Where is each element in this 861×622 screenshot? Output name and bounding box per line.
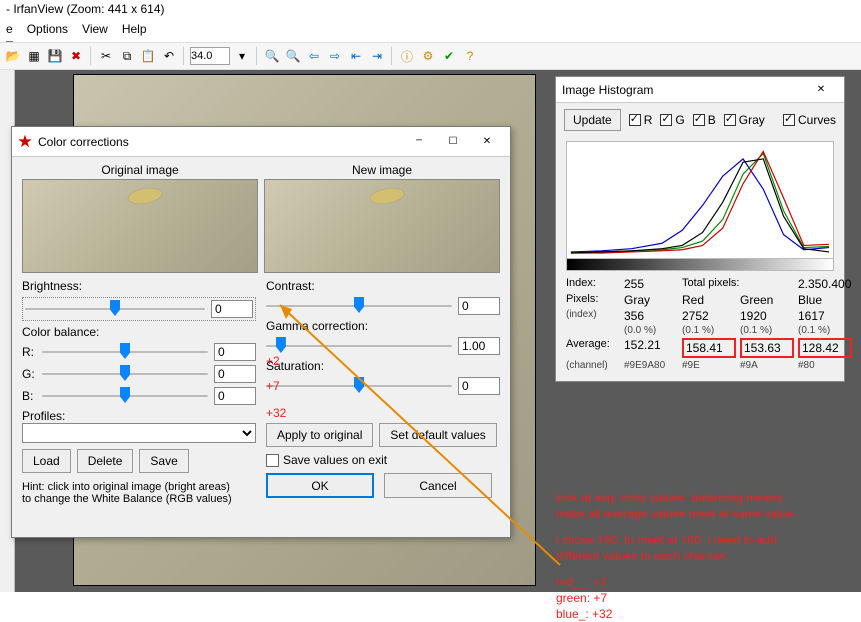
workspace: Color corrections ─ ☐ ✕ Original image N… (0, 70, 861, 592)
contrast-slider[interactable] (266, 299, 452, 313)
histogram-plot (566, 141, 834, 259)
histogram-stats: Index: 255 Total pixels: 2.350.400 Pixel… (556, 271, 844, 381)
menubar: e Options View Help (0, 22, 861, 42)
g-value[interactable] (214, 365, 256, 383)
gamma-slider[interactable] (266, 339, 452, 353)
last-icon[interactable]: ⇥ (368, 47, 386, 65)
load-button[interactable]: Load (22, 449, 71, 473)
histogram-title: Image Histogram (562, 83, 653, 97)
brightness-label: Brightness: (22, 279, 256, 293)
zoom-out-icon[interactable]: 🔍 (284, 47, 302, 65)
ok-button[interactable]: OK (266, 473, 374, 498)
gradient-bar (566, 259, 834, 271)
r-checkbox[interactable]: R (629, 113, 653, 127)
annotation-r-offset: +2 (266, 354, 280, 368)
menu-item[interactable]: Options (27, 22, 68, 42)
open-icon[interactable]: 📂 (4, 47, 22, 65)
annotation-g-offset: +7 (266, 379, 280, 393)
save-on-exit-checkbox[interactable] (266, 454, 279, 467)
colorbalance-label: Color balance: (22, 325, 256, 339)
save-icon[interactable]: 💾 (46, 47, 64, 65)
b-label: B: (22, 389, 36, 403)
profiles-label: Profiles: (22, 409, 256, 423)
maximize-icon[interactable]: ☐ (436, 130, 470, 154)
avg-green-box: 153.63 (740, 338, 794, 358)
dropdown-icon[interactable]: ▾ (233, 47, 251, 65)
g-slider[interactable] (42, 367, 208, 381)
original-image-label: Original image (22, 163, 258, 177)
prev-icon[interactable]: ⇦ (305, 47, 323, 65)
gamma-label: Gamma correction: (266, 319, 500, 333)
curves-checkbox[interactable]: Curves (783, 113, 836, 127)
b-slider[interactable] (42, 389, 208, 403)
apply-button[interactable]: Apply to original (266, 423, 373, 447)
r-slider[interactable] (42, 345, 208, 359)
zoom-input[interactable] (190, 47, 230, 65)
brightness-value[interactable] (211, 300, 253, 318)
original-thumbnail[interactable] (22, 179, 258, 273)
menu-item[interactable]: e (6, 22, 13, 42)
slideshow-icon[interactable]: ▦ (25, 47, 43, 65)
saturation-slider[interactable] (266, 379, 452, 393)
annotation-explanation: look at avg. color values. balancing mea… (556, 490, 856, 622)
zoom-in-icon[interactable]: 🔍 (263, 47, 281, 65)
menu-item[interactable]: Help (122, 22, 147, 42)
delete-button[interactable]: Delete (77, 449, 134, 473)
save-button[interactable]: Save (139, 449, 188, 473)
delete-icon[interactable]: ✖ (67, 47, 85, 65)
first-icon[interactable]: ⇤ (347, 47, 365, 65)
r-label: R: (22, 345, 36, 359)
gray-checkbox[interactable]: Gray (724, 113, 765, 127)
copy-icon[interactable]: ⧉ (118, 47, 136, 65)
cut-icon[interactable]: ✂ (97, 47, 115, 65)
hint-text: Hint: click into original image (bright … (22, 481, 232, 505)
new-thumbnail (264, 179, 500, 273)
minimize-icon[interactable]: ─ (402, 130, 436, 154)
next-icon[interactable]: ⇨ (326, 47, 344, 65)
close-icon[interactable]: ✕ (804, 78, 838, 102)
close-icon[interactable]: ✕ (470, 130, 504, 154)
brightness-slider[interactable] (25, 302, 205, 316)
contrast-label: Contrast: (266, 279, 500, 293)
profiles-select[interactable] (22, 423, 256, 443)
b-checkbox[interactable]: B (693, 113, 716, 127)
gamma-value[interactable] (458, 337, 500, 355)
histogram-dialog: Image Histogram ✕ Update R G B Gray Curv… (555, 76, 845, 382)
cancel-button[interactable]: Cancel (384, 473, 492, 498)
g-checkbox[interactable]: G (660, 113, 684, 127)
avg-blue-box: 128.42 (798, 338, 852, 358)
menu-item[interactable]: View (82, 22, 108, 42)
color-corrections-dialog: Color corrections ─ ☐ ✕ Original image N… (11, 126, 511, 538)
undo-icon[interactable]: ↶ (160, 47, 178, 65)
b-value[interactable] (214, 387, 256, 405)
dialog-titlebar: Color corrections ─ ☐ ✕ (12, 127, 510, 157)
update-button[interactable]: Update (564, 109, 621, 131)
info-icon[interactable]: ⓘ (398, 47, 416, 65)
saturation-value[interactable] (458, 377, 500, 395)
r-value[interactable] (214, 343, 256, 361)
annotation-b-offset: +32 (266, 406, 286, 420)
settings-icon[interactable]: ⚙ (419, 47, 437, 65)
histogram-titlebar: Image Histogram ✕ (556, 77, 844, 103)
dialog-title: Color corrections (38, 135, 129, 149)
defaults-button[interactable]: Set default values (379, 423, 496, 447)
help-icon[interactable]: ? (461, 47, 479, 65)
avg-red-box: 158.41 (682, 338, 736, 358)
save-on-exit-label: Save values on exit (283, 453, 387, 467)
paste-icon[interactable]: 📋 (139, 47, 157, 65)
new-image-label: New image (264, 163, 500, 177)
app-logo-icon (18, 135, 32, 149)
window-title: - IrfanView (Zoom: 441 x 614) (0, 0, 861, 22)
contrast-value[interactable] (458, 297, 500, 315)
g-label: G: (22, 367, 36, 381)
about-icon[interactable]: ✔ (440, 47, 458, 65)
toolbar: 📂 ▦ 💾 ✖ ✂ ⧉ 📋 ↶ ▾ 🔍 🔍 ⇦ ⇨ ⇤ ⇥ ⓘ ⚙ ✔ ? (0, 42, 861, 70)
saturation-label: Saturation: (266, 359, 500, 373)
